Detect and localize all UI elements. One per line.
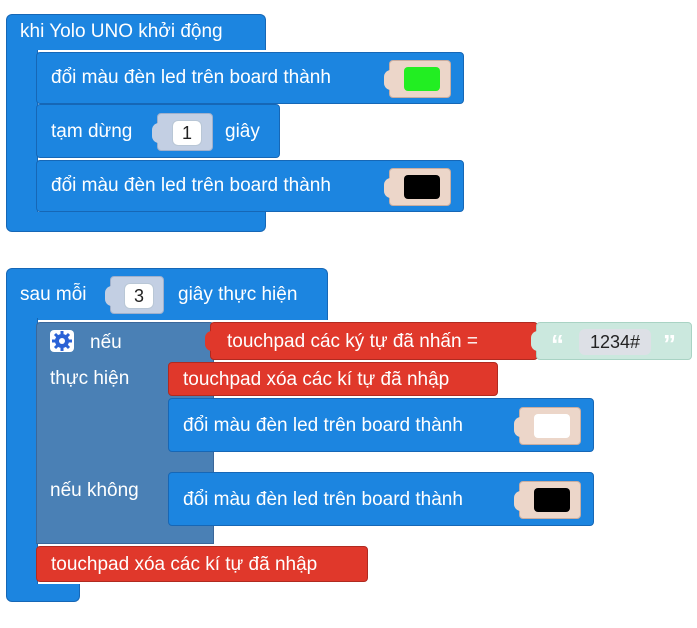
text-value-block[interactable]: “ 1234# ” [531, 322, 692, 360]
repeat-every-suffix: giây thực hiện [178, 284, 298, 305]
pause-block[interactable]: tạm dừng 1 giây [36, 104, 280, 158]
color-value-input[interactable] [384, 168, 451, 206]
if-label: nếu [90, 332, 122, 353]
pause-seconds-input[interactable]: 1 [172, 120, 202, 146]
set-led-color-block[interactable]: đổi màu đèn led trên board thành [168, 398, 594, 452]
do-label: thực hiện [50, 368, 130, 389]
repeat-seconds-input[interactable]: 3 [124, 283, 154, 309]
set-led-color-block[interactable]: đổi màu đèn led trên board thành [168, 472, 594, 526]
repeat-every-label: sau mỗi [20, 284, 87, 305]
touchpad-keys-equal-block[interactable]: touchpad các ký tự đã nhấn = [205, 322, 538, 360]
color-value-input[interactable] [514, 407, 581, 445]
close-quote-icon: ” [663, 329, 676, 359]
set-led-label: đổi màu đèn led trên board thành [183, 415, 463, 436]
startup-hat-label: khi Yolo UNO khởi động [20, 21, 223, 42]
color-swatch-black [534, 488, 570, 512]
set-led-color-block[interactable]: đổi màu đèn led trên board thành [36, 52, 464, 104]
color-value-input[interactable] [384, 60, 451, 98]
set-led-label: đổi màu đèn led trên board thành [51, 175, 331, 196]
text-value-input[interactable]: 1234# [579, 329, 651, 355]
color-swatch-black [404, 175, 440, 199]
touchpad-clear-label: touchpad xóa các kí tự đã nhập [183, 369, 450, 390]
else-label: nếu không [50, 480, 139, 501]
set-led-color-block[interactable]: đổi màu đèn led trên board thành [36, 160, 464, 212]
touchpad-clear-block[interactable]: touchpad xóa các kí tự đã nhập [36, 546, 368, 582]
touchpad-clear-block[interactable]: touchpad xóa các kí tự đã nhập [168, 362, 498, 396]
touchpad-keys-equal-label: touchpad các ký tự đã nhấn = [227, 331, 478, 352]
pause-label: tạm dừng [51, 121, 133, 142]
pause-unit-label: giây [225, 121, 260, 142]
set-led-label: đổi màu đèn led trên board thành [183, 489, 463, 510]
touchpad-clear-label: touchpad xóa các kí tự đã nhập [51, 554, 318, 575]
open-quote-icon: “ [551, 329, 564, 359]
gear-icon[interactable] [50, 330, 74, 352]
color-swatch-green [404, 67, 440, 91]
set-led-label: đổi màu đèn led trên board thành [51, 67, 331, 88]
color-swatch-white [534, 414, 570, 438]
color-value-input[interactable] [514, 481, 581, 519]
